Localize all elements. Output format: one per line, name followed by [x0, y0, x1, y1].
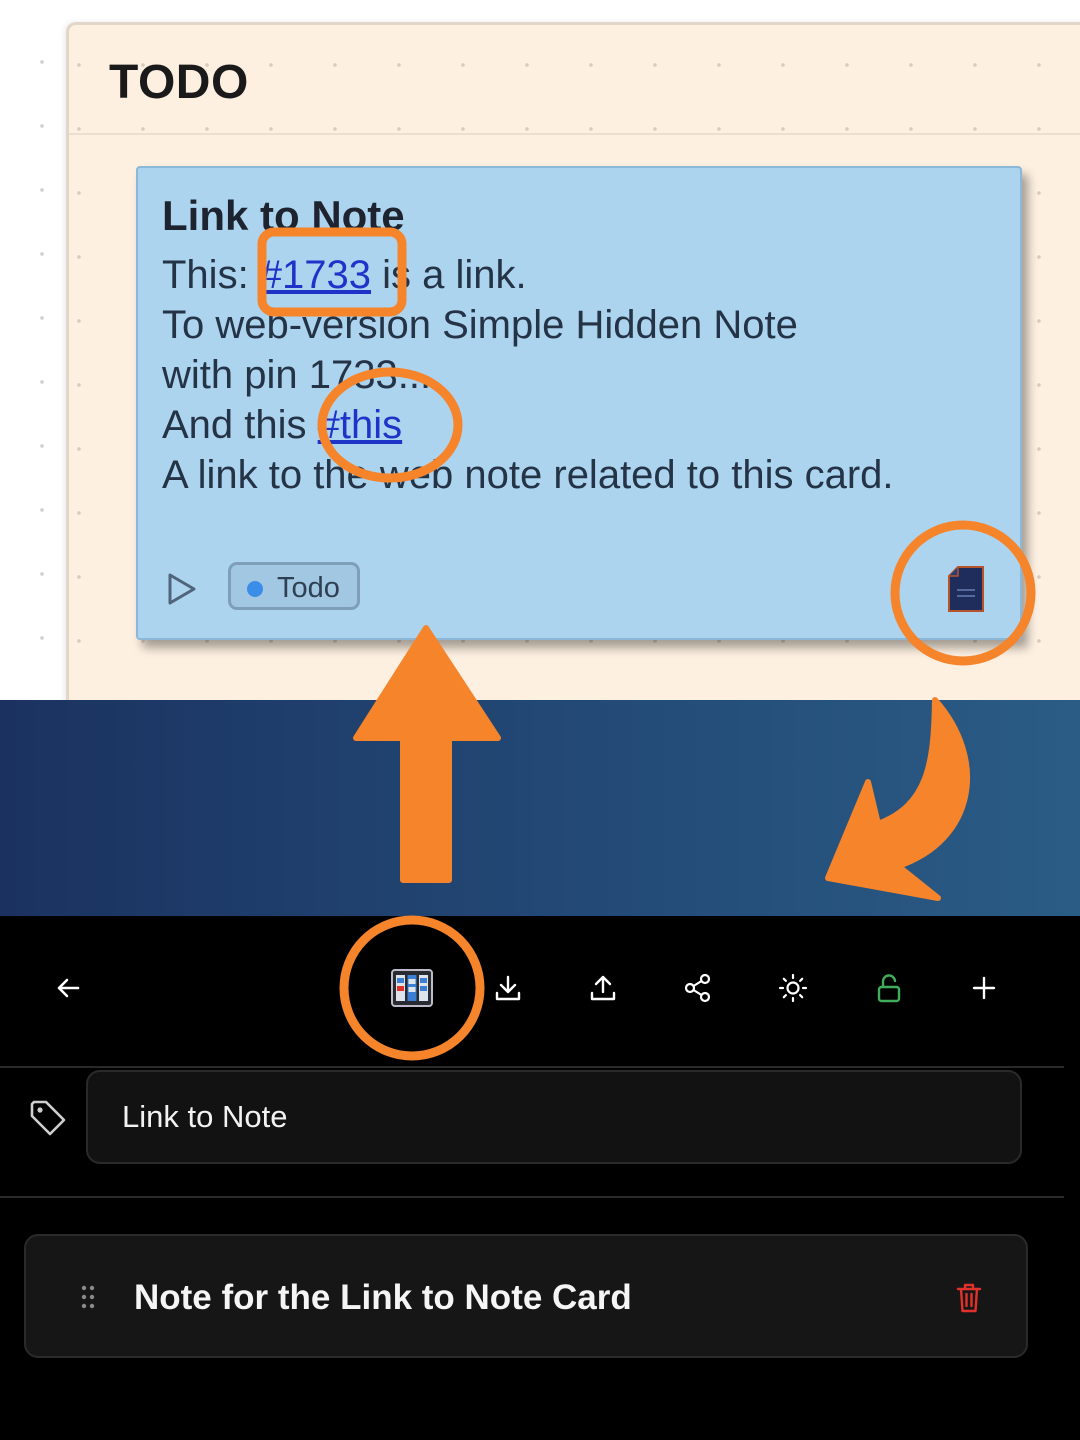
upload-icon [590, 975, 616, 1001]
plus-icon [972, 976, 996, 1000]
trash-icon[interactable] [954, 1282, 984, 1314]
tag-color-dot [247, 581, 263, 597]
note-toolbar [0, 916, 1080, 1066]
unlock-icon [877, 974, 901, 1003]
note-title-input[interactable] [122, 1072, 982, 1162]
toolbar-divider [0, 1066, 1064, 1068]
card-text: This: [162, 253, 260, 297]
kanban-board: TODO Link to Note This: #1733 is a link.… [0, 0, 1080, 700]
tag-badge[interactable]: Todo [228, 562, 360, 610]
brightness-button[interactable] [771, 966, 815, 1010]
share-icon [684, 973, 711, 1003]
this-link[interactable]: #this [318, 403, 403, 447]
column-title: TODO [109, 56, 249, 109]
card-text: is a link. [371, 253, 527, 297]
board-view-button[interactable] [390, 966, 434, 1010]
tag-label: Todo [277, 572, 340, 604]
card-line: with pin 1733... [162, 353, 432, 397]
note-title-field[interactable] [86, 1070, 1022, 1164]
download-button[interactable] [486, 966, 530, 1010]
lock-toggle-button[interactable] [867, 966, 911, 1010]
brightness-icon [778, 973, 808, 1003]
share-button[interactable] [676, 966, 720, 1010]
card-line: And this #this [162, 400, 894, 450]
tag-icon [30, 1100, 66, 1136]
column-header: TODO [69, 25, 1080, 135]
gradient-band [0, 700, 1080, 916]
note-card[interactable]: Link to Note This: #1733 is a link. To w… [136, 166, 1022, 640]
upload-button[interactable] [581, 966, 625, 1010]
back-button[interactable] [46, 966, 90, 1010]
play-icon[interactable] [164, 572, 198, 606]
card-body: This: #1733 is a link. To web-version Si… [162, 250, 894, 500]
add-button[interactable] [962, 966, 1006, 1010]
card-line: This: #1733 is a link. [162, 250, 894, 300]
note-label: Note for the Link to Note Card [134, 1278, 632, 1317]
note-list-item[interactable]: Note for the Link to Note Card [24, 1234, 1028, 1358]
card-text: And this [162, 403, 318, 447]
card-line: A link to the web note related to this c… [162, 453, 894, 497]
linked-note-icon[interactable] [948, 566, 984, 612]
card-title: Link to Note [162, 192, 405, 239]
kanban-board-icon [391, 969, 433, 1007]
note-link-1733[interactable]: #1733 [260, 253, 371, 297]
section-divider [0, 1196, 1064, 1198]
back-arrow-icon [57, 978, 80, 998]
download-icon [495, 975, 521, 1001]
card-line: To web-version Simple Hidden Note [162, 303, 798, 347]
drag-handle-icon[interactable] [80, 1284, 96, 1310]
